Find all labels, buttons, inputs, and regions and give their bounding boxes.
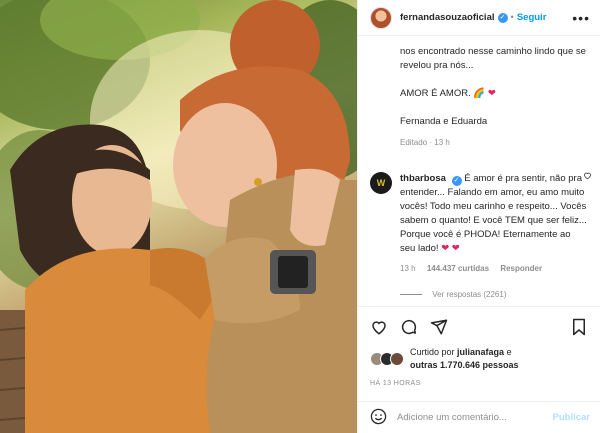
rainbow-emoji-icon: 🌈 bbox=[473, 88, 486, 99]
author-username[interactable]: fernandasouzaoficial bbox=[400, 12, 495, 23]
comment-text: É amor é pra sentir, não pra entender...… bbox=[400, 173, 587, 254]
post-actions-bar bbox=[358, 306, 600, 346]
post-side-panel: fernandasouzaoficial ✓ • Seguir ••• nos … bbox=[357, 0, 600, 433]
comment-bubble-icon[interactable] bbox=[398, 316, 420, 338]
verified-badge-icon: ✓ bbox=[497, 12, 508, 23]
commenter-verified-icon: ✓ bbox=[451, 176, 462, 186]
author-avatar[interactable] bbox=[370, 6, 392, 29]
separator-dot: • bbox=[510, 12, 514, 23]
caption: nos encontrado nesse caminho lindo que s… bbox=[370, 45, 588, 150]
post-header: fernandasouzaoficial ✓ • Seguir ••• bbox=[358, 0, 600, 36]
comment-like-heart-icon[interactable] bbox=[583, 171, 592, 182]
commenter-username[interactable]: thbarbosa bbox=[400, 173, 446, 184]
liked-by-and: e bbox=[506, 347, 512, 357]
caption-line-2: AMOR É AMOR. 🌈 ❤ bbox=[400, 87, 588, 101]
reply-button[interactable]: Responder bbox=[500, 264, 542, 273]
like-heart-icon[interactable] bbox=[368, 316, 390, 338]
comment-likes[interactable]: 144.437 curtidas bbox=[427, 264, 489, 273]
follow-button[interactable]: Seguir bbox=[517, 12, 547, 23]
caption-edited-meta: Editado · 13 h bbox=[400, 138, 450, 147]
liked-by-others[interactable]: outras 1.770.646 pessoas bbox=[410, 360, 519, 370]
liker-avatar-3 bbox=[390, 352, 404, 366]
share-send-icon[interactable] bbox=[428, 316, 450, 338]
comment-hearts-emoji-icon: ❤ ❤ bbox=[441, 243, 460, 254]
caption-line-1: nos encontrado nesse caminho lindo que s… bbox=[400, 46, 586, 71]
caption-line-2-text: AMOR É AMOR. bbox=[400, 88, 471, 99]
post-timestamp[interactable]: HÁ 13 HORAS bbox=[370, 380, 421, 387]
likes-text: Curtido por julianafaga e outras 1.770.6… bbox=[410, 346, 519, 372]
post-frame: fernandasouzaoficial ✓ • Seguir ••• nos … bbox=[0, 0, 600, 433]
replies-divider bbox=[400, 294, 422, 296]
liked-by-user[interactable]: julianafaga bbox=[457, 347, 504, 357]
caption-line-3: Fernanda e Eduarda bbox=[400, 116, 488, 127]
add-comment-input[interactable] bbox=[397, 412, 553, 423]
comment-time[interactable]: 13 h bbox=[400, 264, 416, 273]
comment-item: W thbarbosa ✓ É amor é pra sentir, não p… bbox=[370, 172, 588, 276]
emoji-smiley-icon[interactable] bbox=[370, 408, 387, 428]
comment-body: thbarbosa ✓ É amor é pra sentir, não pra… bbox=[400, 172, 588, 276]
comment-meta: 13 h 144.437 curtidas Responder bbox=[400, 262, 588, 276]
more-options-icon[interactable]: ••• bbox=[572, 11, 590, 25]
liked-by-prefix: Curtido por bbox=[410, 347, 455, 357]
view-replies-label[interactable]: Ver respostas (2261) bbox=[432, 290, 506, 299]
photo-illustration bbox=[0, 0, 357, 433]
add-comment-bar: Publicar bbox=[358, 401, 600, 433]
view-replies-link[interactable]: Ver respostas (2261) bbox=[370, 290, 588, 299]
commenter-avatar[interactable]: W bbox=[370, 172, 392, 194]
publish-button[interactable]: Publicar bbox=[553, 412, 591, 423]
comments-scroll-area[interactable]: nos encontrado nesse caminho lindo que s… bbox=[358, 36, 600, 301]
post-photo[interactable] bbox=[0, 0, 357, 433]
save-bookmark-icon[interactable] bbox=[568, 316, 590, 338]
likes-summary: Curtido por julianafaga e outras 1.770.6… bbox=[370, 346, 590, 372]
red-heart-emoji-icon: ❤ bbox=[487, 88, 496, 99]
